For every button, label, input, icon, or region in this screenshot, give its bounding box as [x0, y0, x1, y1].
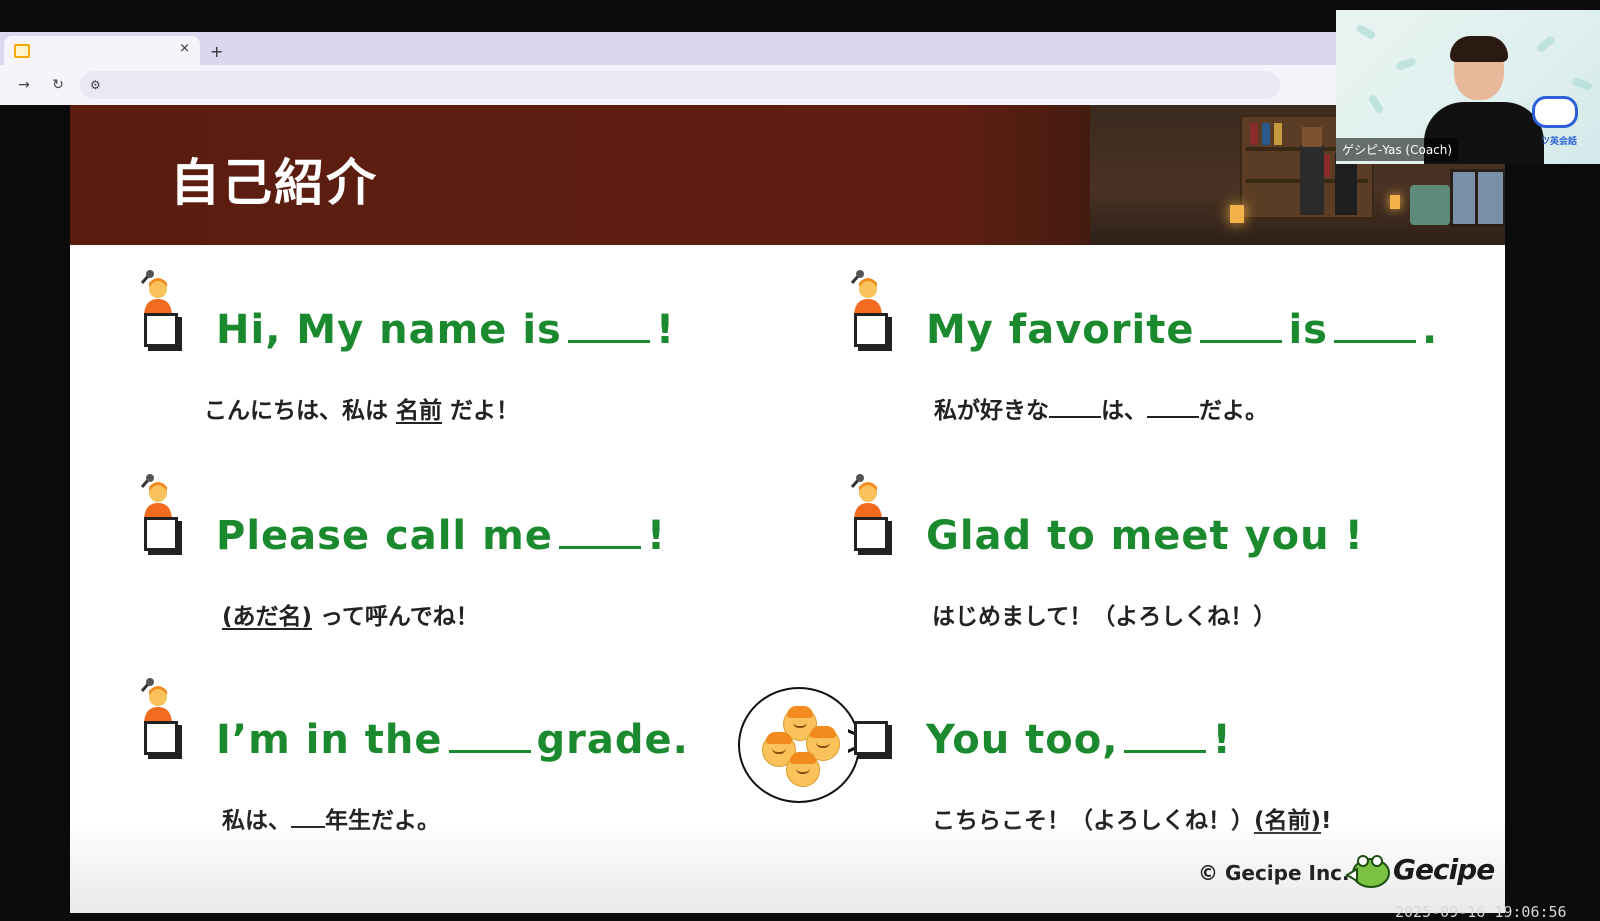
- fill-blank: [1333, 310, 1416, 343]
- fill-blank: [448, 720, 531, 753]
- tab-close-icon[interactable]: ×: [179, 41, 190, 56]
- copyright-text: © Gecipe Inc.: [1198, 861, 1350, 885]
- participant-name-label: ゲシピ-Yas (Coach): [1336, 138, 1459, 161]
- window-illustration: [1450, 169, 1505, 227]
- english-phrase: Hi, My name is!: [216, 307, 676, 353]
- recording-timestamp: 2025-09-16 19:06:56: [1395, 903, 1567, 921]
- slides-favicon-icon: [14, 43, 30, 58]
- participant-video-tile[interactable]: ツ英会話 ゲシピ-Yas (Coach): [1336, 10, 1600, 164]
- checkbox-icon[interactable]: [144, 313, 178, 347]
- person-with-microphone-icon: [850, 270, 882, 317]
- gecipe-logo: Gecipe: [1345, 851, 1495, 891]
- browser-tab[interactable]: ×: [4, 36, 200, 65]
- character-illustration: [1410, 185, 1450, 225]
- frog-mascot-icon: [1345, 855, 1390, 888]
- japanese-translation: はじめまして！（よろしくね！）: [932, 604, 1277, 630]
- checkbox-icon[interactable]: [144, 721, 178, 755]
- fill-blank: [1200, 310, 1283, 343]
- address-bar[interactable]: ⚙: [80, 71, 1280, 99]
- english-phrase: I’m in the grade.: [216, 717, 689, 763]
- japanese-translation: 私が好きな は、 だよ。: [934, 398, 1268, 424]
- character-illustration: [1300, 127, 1324, 215]
- checkbox-icon[interactable]: [854, 517, 888, 551]
- english-phrase: You too,!: [926, 717, 1232, 763]
- fill-blank: [1124, 720, 1207, 753]
- fill-blank: [567, 310, 650, 343]
- lantern-illustration: [1390, 195, 1400, 209]
- participant-hair: [1450, 36, 1508, 62]
- brand-name: Gecipe: [1393, 853, 1495, 886]
- checkbox-icon[interactable]: [854, 721, 888, 755]
- person-face-icon: [786, 752, 820, 787]
- english-phrase: My favorite is.: [926, 307, 1439, 353]
- japanese-translation: (あだ名) って呼んでね！: [222, 604, 479, 630]
- browser-toolbar: → ↻ ⚙: [0, 65, 1336, 105]
- browser-tab-bar: × +: [0, 32, 1336, 65]
- checkbox-icon[interactable]: [854, 313, 888, 347]
- japanese-translation: こんにちは、私は 名前 だよ！: [204, 398, 520, 424]
- person-with-microphone-icon: [140, 474, 172, 521]
- person-with-microphone-icon: [140, 270, 172, 317]
- school-logo-text: ツ英会話: [1541, 137, 1578, 147]
- person-with-microphone-icon: [850, 474, 882, 521]
- site-info-icon[interactable]: ⚙: [90, 78, 101, 92]
- new-tab-icon[interactable]: +: [210, 42, 223, 61]
- english-phrase: Please call me!: [216, 513, 667, 559]
- checkbox-icon[interactable]: [144, 517, 178, 551]
- english-phrase: Glad to meet you !: [926, 513, 1364, 559]
- slide-title: 自己紹介: [170, 154, 378, 212]
- presentation-slide: 自己紹介 Hi, My name is ! こんにちは、私は 名前 だよ！ My…: [70, 105, 1505, 913]
- fill-blank: [558, 516, 641, 549]
- lantern-illustration: [1230, 205, 1244, 223]
- forward-icon[interactable]: →: [14, 77, 34, 93]
- game-controller-icon: [1532, 96, 1578, 128]
- slide-header: 自己紹介: [70, 105, 1505, 245]
- person-with-microphone-icon: [140, 678, 172, 725]
- reload-icon[interactable]: ↻: [48, 77, 68, 93]
- group-speech-bubble: [738, 687, 860, 803]
